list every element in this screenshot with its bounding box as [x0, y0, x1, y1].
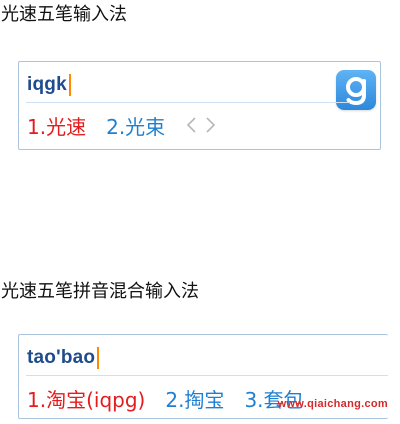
chevron-left-icon[interactable]: [183, 115, 201, 135]
candidate-list: 1.光速 2.光束: [27, 110, 219, 140]
section-heading-mixed: 光速五笔拼音混合输入法: [1, 281, 199, 302]
section-heading-wubi: 光速五笔输入法: [1, 4, 127, 25]
composition-text: iqgk: [27, 74, 67, 95]
watermark: www.qiaichang.com: [277, 398, 388, 410]
composition-line: iqgk: [27, 72, 71, 98]
divider: [26, 102, 350, 103]
candidate-item[interactable]: 1.光速: [27, 111, 86, 140]
divider: [26, 375, 388, 376]
page: 光速五笔输入法 iqgk 1.光速 2.光束 光速五笔拼音混合输入法 tao'b…: [0, 0, 400, 424]
candidate-item[interactable]: 1.淘宝(iqpg): [27, 384, 145, 413]
composition-text: tao'bao: [27, 347, 96, 368]
composition-line: tao'bao: [27, 345, 100, 371]
text-caret: [97, 347, 100, 369]
page-navigation: [183, 115, 219, 135]
chevron-right-icon[interactable]: [201, 115, 219, 135]
candidate-window-wubi: iqgk 1.光速 2.光束: [18, 61, 381, 150]
candidate-item[interactable]: 2.掏宝: [165, 384, 224, 413]
g-logo-icon[interactable]: [336, 70, 376, 110]
text-caret: [68, 74, 71, 96]
candidate-item[interactable]: 2.光束: [106, 111, 165, 140]
